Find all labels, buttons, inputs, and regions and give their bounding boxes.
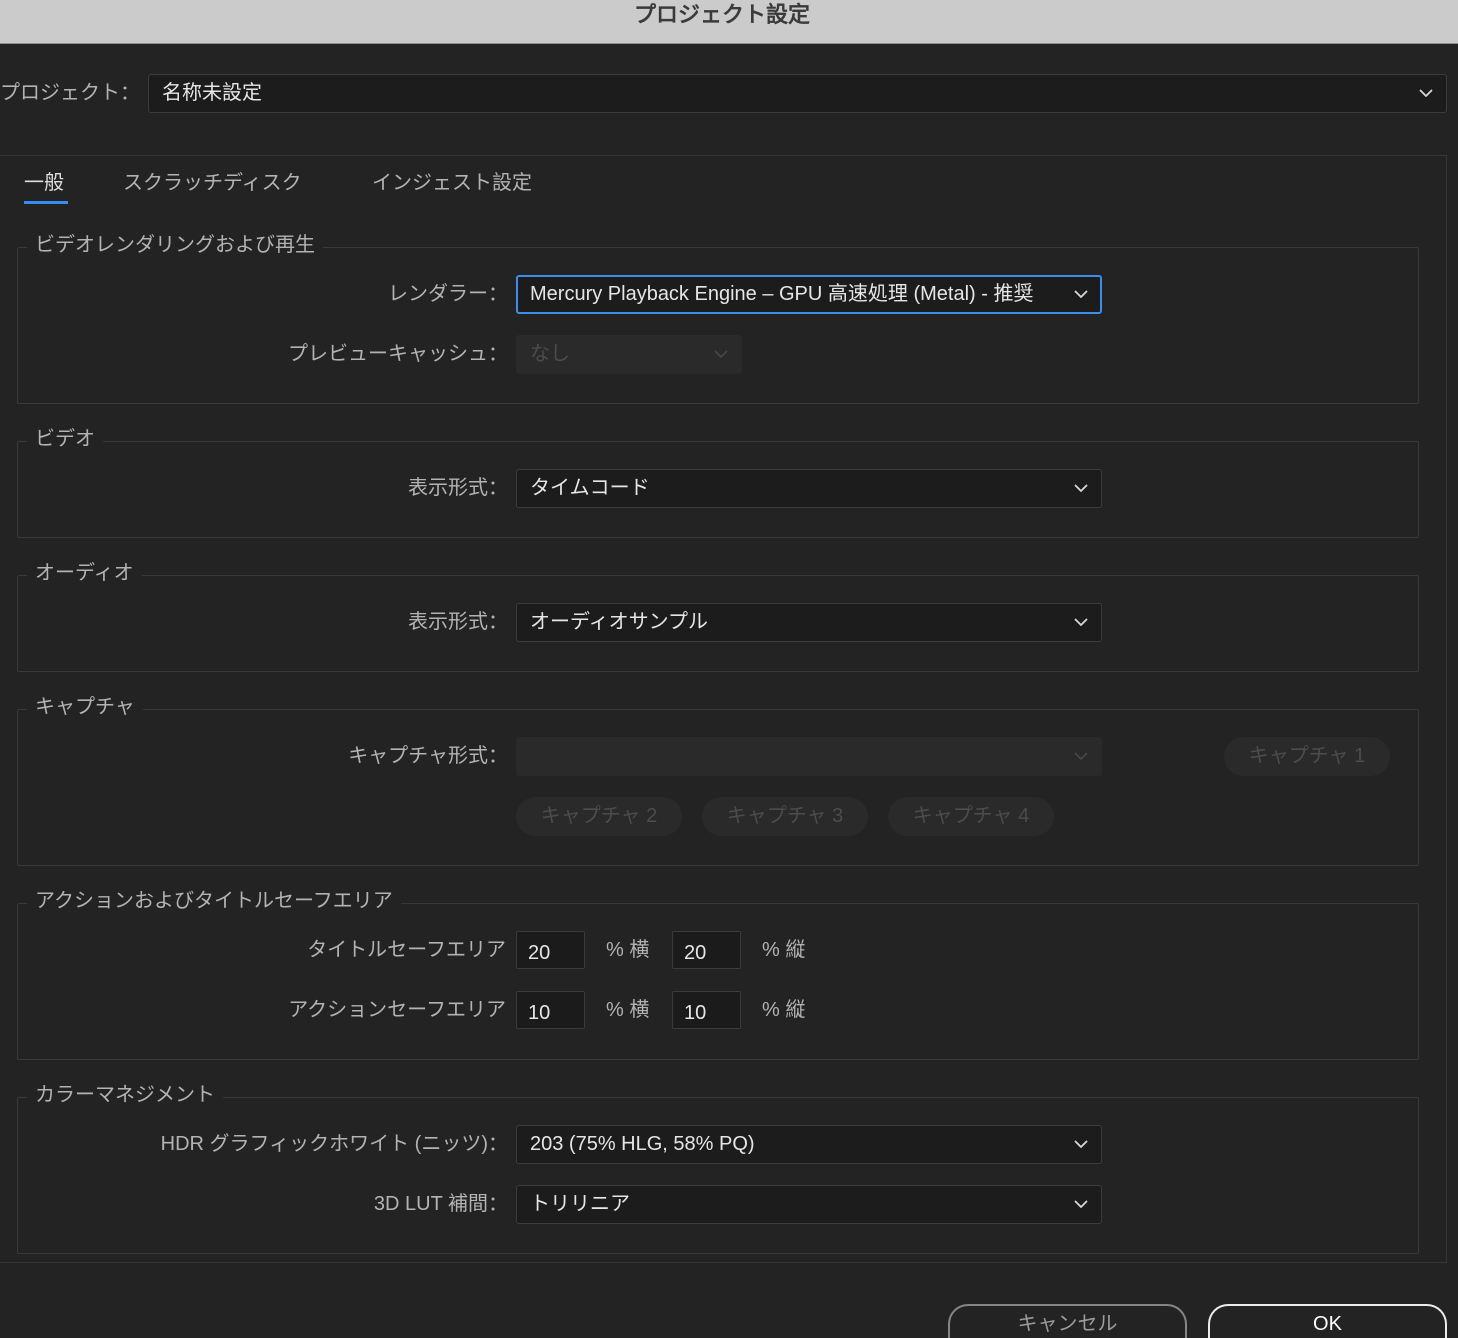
chevron-down-icon xyxy=(1074,1140,1088,1149)
preview-cache-dropdown-value: なし xyxy=(530,343,570,365)
capture-3-button[interactable]: キャプチャ 3 xyxy=(702,797,868,836)
lut-interpolation-label: 3D LUT 補間： xyxy=(373,1193,508,1215)
cancel-button[interactable]: キャンセル xyxy=(948,1304,1187,1338)
audio-display-format-value: オーディオサンプル xyxy=(530,611,708,633)
group-audio-legend: オーディオ xyxy=(27,561,142,585)
tab-general[interactable]: 一般 xyxy=(24,170,64,196)
tab-scratch-disks[interactable]: スクラッチディスク xyxy=(123,170,302,196)
chevron-down-icon xyxy=(1074,752,1088,761)
audio-display-format-label: 表示形式： xyxy=(408,611,508,633)
action-safe-horizontal-input[interactable] xyxy=(516,991,585,1029)
group-color-management xyxy=(17,1097,1419,1254)
chevron-down-icon xyxy=(1074,290,1088,299)
project-dropdown-value: 名称未設定 xyxy=(162,82,262,104)
lut-interpolation-value: トリリニア xyxy=(530,1193,630,1215)
hdr-graphics-white-dropdown[interactable]: 203 (75% HLG, 58% PQ) xyxy=(516,1125,1102,1164)
chevron-down-icon xyxy=(1074,484,1088,493)
action-safe-horizontal-unit: % 横 xyxy=(606,999,650,1021)
capture-format-dropdown[interactable] xyxy=(516,737,1102,776)
group-color-management-legend: カラーマネジメント xyxy=(27,1083,223,1107)
action-safe-vertical-input[interactable] xyxy=(672,991,741,1029)
title-bar: プロジェクト設定 xyxy=(0,0,1458,44)
renderer-dropdown-value: Mercury Playback Engine – GPU 高速処理 (Meta… xyxy=(530,283,1034,305)
group-safe-areas xyxy=(17,903,1419,1060)
capture-4-button[interactable]: キャプチャ 4 xyxy=(888,797,1054,836)
group-capture-legend: キャプチャ xyxy=(27,695,143,719)
audio-display-format-dropdown[interactable]: オーディオサンプル xyxy=(516,603,1102,642)
hdr-graphics-white-value: 203 (75% HLG, 58% PQ) xyxy=(530,1133,755,1155)
action-safe-label: アクションセーフエリア xyxy=(288,999,506,1021)
preview-cache-label: プレビューキャッシュ： xyxy=(288,343,508,365)
lut-interpolation-dropdown[interactable]: トリリニア xyxy=(516,1185,1102,1224)
video-display-format-dropdown[interactable]: タイムコード xyxy=(516,469,1102,508)
group-capture xyxy=(17,709,1419,866)
hdr-graphics-white-label: HDR グラフィックホワイト (ニッツ)： xyxy=(160,1133,508,1155)
capture-2-button[interactable]: キャプチャ 2 xyxy=(516,797,682,836)
action-safe-vertical-unit: % 縦 xyxy=(762,999,806,1021)
chevron-down-icon xyxy=(714,350,728,359)
renderer-label: レンダラー： xyxy=(388,283,508,305)
tab-ingest-settings[interactable]: インジェスト設定 xyxy=(372,170,532,196)
group-safe-areas-legend: アクションおよびタイトルセーフエリア xyxy=(27,889,401,913)
group-video-rendering xyxy=(17,247,1419,404)
video-display-format-label: 表示形式： xyxy=(408,477,508,499)
dialog-title: プロジェクト設定 xyxy=(633,2,810,27)
capture-1-button[interactable]: キャプチャ 1 xyxy=(1224,737,1390,776)
preview-cache-dropdown[interactable]: なし xyxy=(516,335,742,374)
video-display-format-value: タイムコード xyxy=(530,477,650,499)
project-label: プロジェクト： xyxy=(0,82,140,104)
title-safe-horizontal-unit: % 横 xyxy=(606,939,650,961)
project-settings-dialog: プロジェクト設定 プロジェクト： 名称未設定 一般 スクラッチディスク インジェ… xyxy=(0,0,1458,1338)
ok-button[interactable]: OK xyxy=(1208,1304,1447,1338)
group-video-rendering-legend: ビデオレンダリングおよび再生 xyxy=(27,233,323,257)
capture-format-label: キャプチャ形式： xyxy=(348,745,508,767)
project-dropdown[interactable]: 名称未設定 xyxy=(148,74,1447,113)
chevron-down-icon xyxy=(1074,1200,1088,1209)
chevron-down-icon xyxy=(1419,89,1433,98)
title-safe-horizontal-input[interactable] xyxy=(516,931,585,969)
title-safe-label: タイトルセーフエリア xyxy=(307,939,506,961)
chevron-down-icon xyxy=(1074,618,1088,627)
title-safe-vertical-input[interactable] xyxy=(672,931,741,969)
renderer-dropdown[interactable]: Mercury Playback Engine – GPU 高速処理 (Meta… xyxy=(516,275,1102,314)
title-safe-vertical-unit: % 縦 xyxy=(762,939,806,961)
group-video-legend: ビデオ xyxy=(27,427,103,451)
tab-selection-indicator xyxy=(24,201,68,204)
